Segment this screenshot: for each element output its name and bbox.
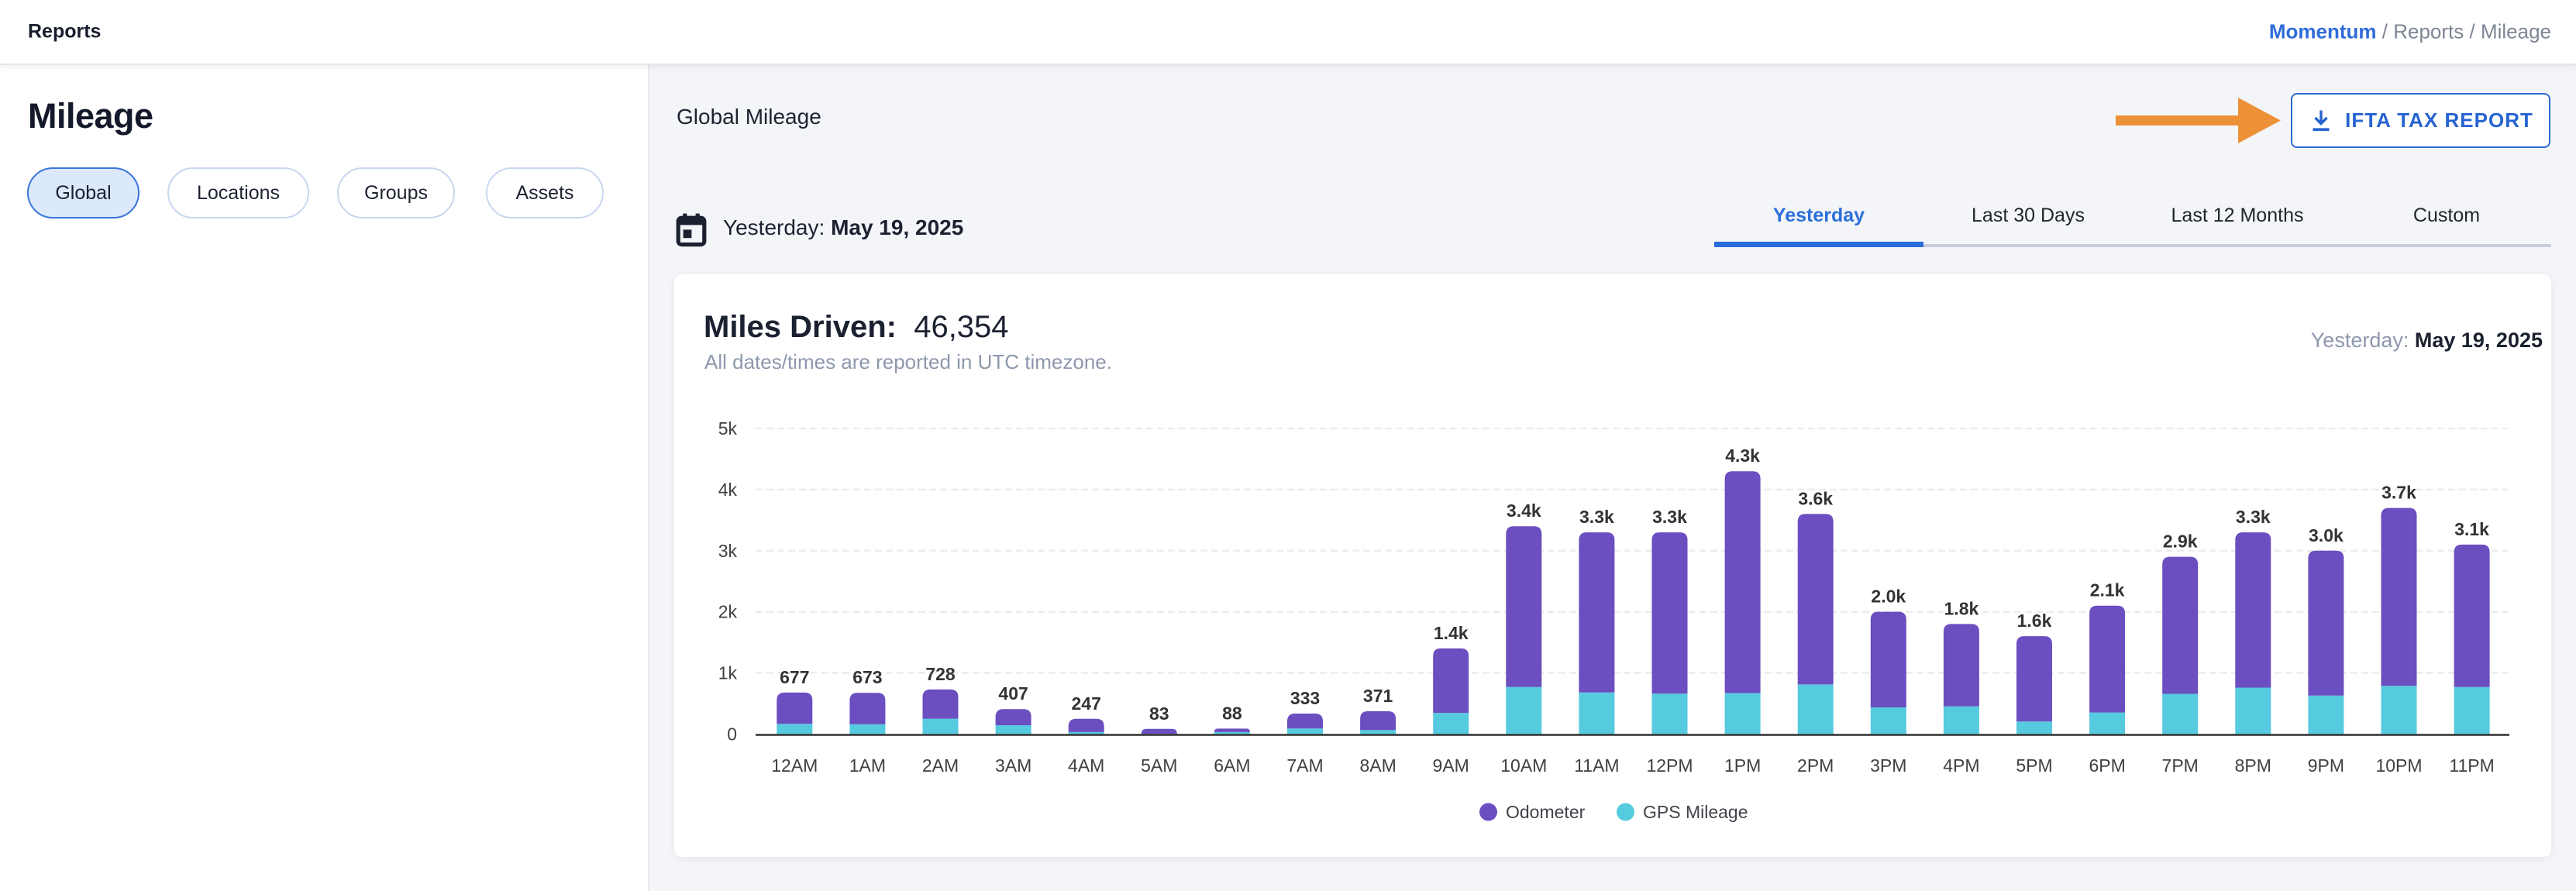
svg-text:3PM: 3PM <box>1870 755 1906 776</box>
svg-text:7AM: 7AM <box>1286 755 1323 776</box>
svg-text:247: 247 <box>1072 693 1101 714</box>
svg-text:2AM: 2AM <box>922 755 959 776</box>
svg-text:4.3k: 4.3k <box>1725 446 1760 466</box>
svg-text:3.4k: 3.4k <box>1507 501 1541 521</box>
svg-text:1PM: 1PM <box>1724 755 1761 776</box>
svg-text:3.1k: 3.1k <box>2454 519 2489 539</box>
svg-text:10PM: 10PM <box>2375 755 2422 776</box>
svg-text:677: 677 <box>780 667 809 687</box>
svg-text:3.3k: 3.3k <box>1652 507 1687 527</box>
svg-text:10AM: 10AM <box>1500 755 1547 776</box>
svg-text:2k: 2k <box>718 602 738 622</box>
svg-text:4k: 4k <box>718 480 738 500</box>
svg-text:6PM: 6PM <box>2089 755 2125 776</box>
svg-text:407: 407 <box>998 683 1028 704</box>
svg-text:371: 371 <box>1363 686 1393 706</box>
svg-text:9PM: 9PM <box>2308 755 2344 776</box>
svg-text:5k: 5k <box>718 418 738 439</box>
svg-text:83: 83 <box>1149 704 1169 724</box>
svg-text:12AM: 12AM <box>771 755 818 776</box>
svg-text:3k: 3k <box>718 541 738 561</box>
svg-text:1.4k: 1.4k <box>1434 623 1469 643</box>
svg-text:9AM: 9AM <box>1433 755 1469 776</box>
svg-text:2.1k: 2.1k <box>2090 580 2125 600</box>
svg-text:4AM: 4AM <box>1068 755 1104 776</box>
svg-text:12PM: 12PM <box>1646 755 1693 776</box>
svg-text:5PM: 5PM <box>2016 755 2052 776</box>
svg-text:3.3k: 3.3k <box>1579 507 1614 527</box>
svg-text:1.8k: 1.8k <box>1944 598 1979 618</box>
svg-text:0: 0 <box>727 724 737 744</box>
svg-text:1AM: 1AM <box>849 755 886 776</box>
svg-text:8PM: 8PM <box>2235 755 2271 776</box>
svg-text:6AM: 6AM <box>1214 755 1250 776</box>
svg-text:11PM: 11PM <box>2449 755 2494 776</box>
svg-text:3.7k: 3.7k <box>2381 483 2416 503</box>
svg-text:2PM: 2PM <box>1797 755 1834 776</box>
svg-text:8AM: 8AM <box>1359 755 1396 776</box>
svg-text:3.3k: 3.3k <box>2236 507 2271 527</box>
svg-text:3.0k: 3.0k <box>2309 525 2344 545</box>
svg-text:Odometer: Odometer <box>1506 802 1586 822</box>
svg-text:728: 728 <box>925 664 956 684</box>
svg-text:1k: 1k <box>718 662 738 683</box>
svg-text:5AM: 5AM <box>1141 755 1177 776</box>
svg-text:4PM: 4PM <box>1943 755 1979 776</box>
svg-text:88: 88 <box>1222 703 1242 723</box>
svg-text:673: 673 <box>852 667 882 687</box>
svg-text:7PM: 7PM <box>2162 755 2199 776</box>
svg-text:3AM: 3AM <box>995 755 1031 776</box>
svg-text:333: 333 <box>1290 688 1320 708</box>
svg-text:2.0k: 2.0k <box>1871 587 1906 607</box>
svg-text:2.9k: 2.9k <box>2163 532 2198 552</box>
svg-text:3.6k: 3.6k <box>1798 488 1833 508</box>
svg-text:11AM: 11AM <box>1574 755 1619 776</box>
svg-text:GPS Mileage: GPS Mileage <box>1643 802 1748 822</box>
svg-text:1.6k: 1.6k <box>2017 611 2052 631</box>
